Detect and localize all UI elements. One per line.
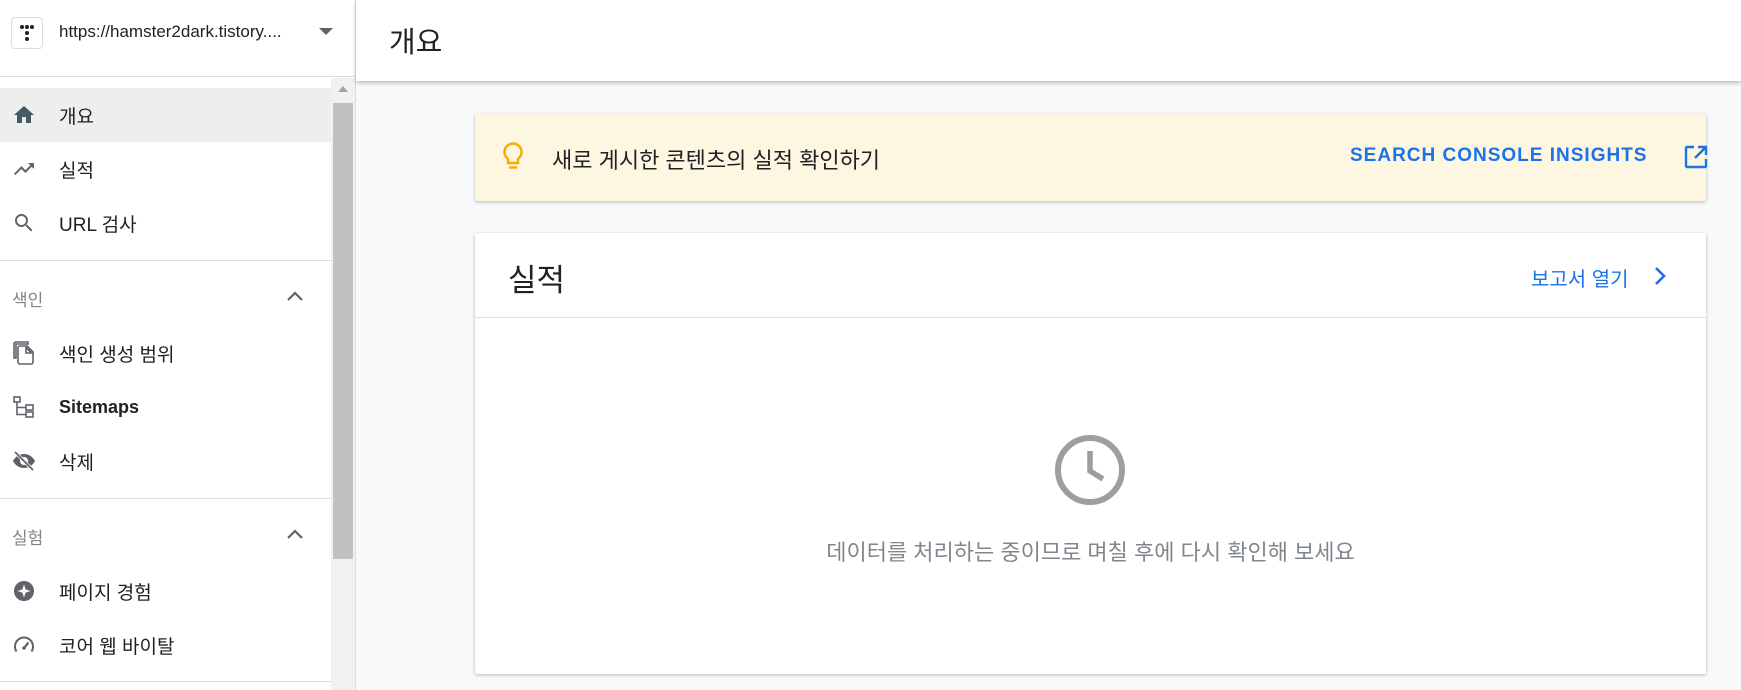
sidebar-item-performance[interactable]: 실적 xyxy=(0,142,331,196)
home-icon xyxy=(11,102,37,128)
card-divider xyxy=(475,317,1706,318)
speed-gauge-icon xyxy=(11,632,37,658)
performance-card: 실적 보고서 열기 데이터를 처리하는 중이므로 며칠 후에 다시 확인해 보세… xyxy=(475,233,1706,674)
lightbulb-icon xyxy=(501,141,525,173)
section-header-experience[interactable]: 실험 xyxy=(0,514,331,554)
sidebar-item-label: URL 검사 xyxy=(59,214,137,236)
scrollbar-thumb[interactable] xyxy=(333,103,353,559)
section-label: 색인 xyxy=(12,291,44,310)
sidebar-item-removals[interactable]: 삭제 xyxy=(0,434,331,488)
page-title: 개요 xyxy=(389,27,443,59)
chevron-up-icon xyxy=(285,526,305,542)
sidebar-scrollbar[interactable] xyxy=(331,78,355,690)
page-header: 개요 xyxy=(356,0,1741,81)
processing-message: 데이터를 처리하는 중이므로 며칠 후에 다시 확인해 보세요 xyxy=(826,540,1355,565)
scroll-up-arrow-icon[interactable] xyxy=(338,86,348,92)
nav-divider xyxy=(0,681,331,682)
insights-banner: 새로 게시한 콘텐츠의 실적 확인하기 SEARCH CONSOLE INSIG… xyxy=(475,114,1708,201)
sidebar-item-core-web-vitals[interactable]: 코어 웹 바이탈 xyxy=(0,618,331,672)
chevron-right-icon[interactable] xyxy=(1653,265,1667,287)
sidebar: https://hamster2dark.tistory.... 개요 실적 U… xyxy=(0,0,356,690)
open-report-link[interactable]: 보고서 열기 xyxy=(1531,263,1629,292)
dropdown-caret-icon[interactable] xyxy=(319,28,333,35)
search-console-insights-link[interactable]: SEARCH CONSOLE INSIGHTS xyxy=(1350,145,1647,167)
sidebar-item-sitemaps[interactable]: Sitemaps xyxy=(0,380,331,434)
trending-up-icon xyxy=(11,156,37,182)
property-selector[interactable]: https://hamster2dark.tistory.... xyxy=(0,0,355,77)
nav-divider xyxy=(0,260,331,261)
sidebar-item-label: 개요 xyxy=(59,106,94,128)
sidebar-item-label: Sitemaps xyxy=(59,396,140,417)
property-url: https://hamster2dark.tistory.... xyxy=(59,22,282,41)
sidebar-item-url-inspection[interactable]: URL 검사 xyxy=(0,196,331,250)
sitemap-icon xyxy=(11,394,37,420)
sidebar-item-overview[interactable]: 개요 xyxy=(0,88,331,142)
star-badge-icon xyxy=(11,578,37,604)
nav-divider xyxy=(0,498,331,499)
sidebar-item-label: 삭제 xyxy=(59,452,94,474)
visibility-off-icon xyxy=(11,448,37,474)
sidebar-item-coverage[interactable]: 색인 생성 범위 xyxy=(0,326,331,380)
open-in-new-icon[interactable] xyxy=(1682,143,1710,171)
sidebar-nav: 개요 실적 URL 검사 색인 색인 생성 범위 Sitemaps 삭제 실험 … xyxy=(0,78,331,690)
section-label: 실험 xyxy=(12,529,44,548)
file-copy-icon xyxy=(11,340,37,366)
clock-icon xyxy=(1053,433,1127,507)
sidebar-item-label: 색인 생성 범위 xyxy=(59,344,175,366)
sidebar-item-page-experience[interactable]: 페이지 경험 xyxy=(0,564,331,618)
sidebar-item-label: 코어 웹 바이탈 xyxy=(59,636,175,658)
section-header-index[interactable]: 색인 xyxy=(0,276,331,316)
search-icon xyxy=(11,210,37,236)
chevron-up-icon xyxy=(285,288,305,304)
sidebar-item-label: 페이지 경험 xyxy=(59,582,152,604)
sidebar-item-label: 실적 xyxy=(59,160,94,182)
tistory-logo-icon xyxy=(11,17,43,49)
banner-text: 새로 게시한 콘텐츠의 실적 확인하기 xyxy=(552,148,881,173)
card-title: 실적 xyxy=(508,263,566,298)
